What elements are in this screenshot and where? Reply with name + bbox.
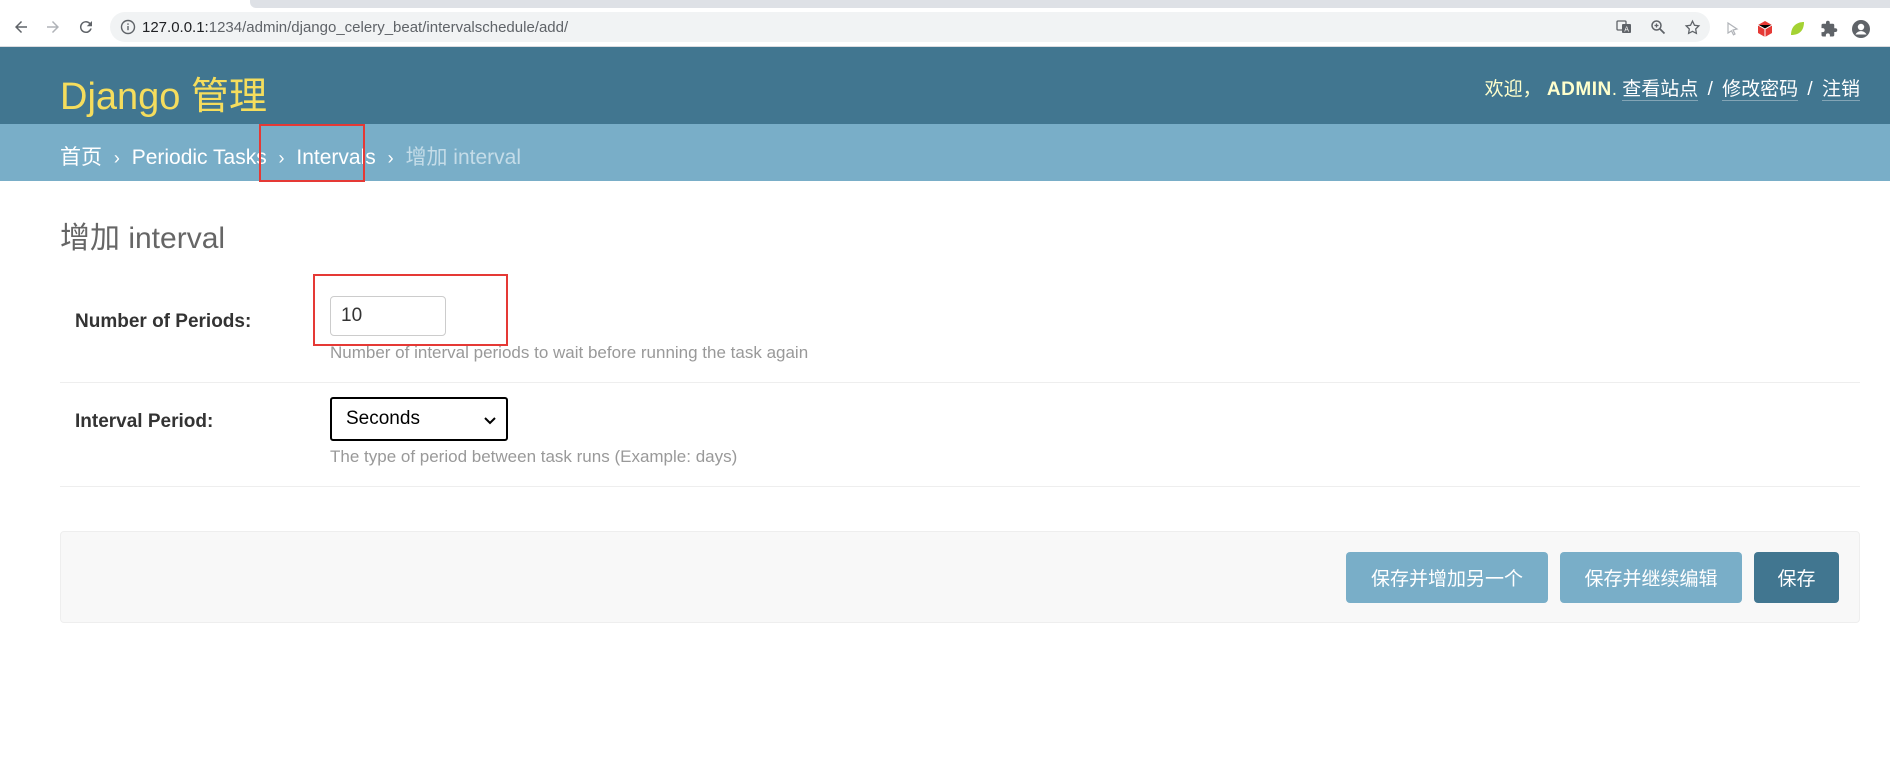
user-tools: 欢迎， ADMIN. 查看站点 / 修改密码 / 注销 — [1485, 74, 1860, 101]
username-period: . — [1611, 79, 1617, 100]
breadcrumb-separator: › — [387, 148, 394, 168]
period-label: Interval Period: — [75, 411, 214, 432]
period-help-text: The type of period between task runs (Ex… — [330, 447, 738, 466]
url-path: 1234/admin/django_celery_beat/intervalsc… — [208, 19, 569, 36]
save-and-continue-button[interactable]: 保存并继续编辑 — [1560, 552, 1742, 603]
annotation-box-intervals — [259, 124, 365, 182]
breadcrumb-separator: › — [113, 148, 120, 168]
url-text: 127.0.0.1:1234/admin/django_celery_beat/… — [142, 19, 568, 36]
breadcrumb-home[interactable]: 首页 — [60, 146, 102, 169]
leaf-extension-icon[interactable] — [1787, 19, 1807, 39]
bookmark-star-icon[interactable] — [1682, 17, 1702, 37]
form-row-period: Interval Period: Seconds The type of per… — [60, 382, 1860, 487]
separator: / — [1807, 79, 1813, 100]
translate-icon[interactable]: A — [1614, 17, 1634, 37]
address-bar[interactable]: 127.0.0.1:1234/admin/django_celery_beat/… — [110, 12, 1710, 42]
page-title: 增加 interval — [60, 222, 226, 255]
site-info-icon[interactable] — [120, 19, 136, 35]
admin-header: Django 管理 欢迎， ADMIN. 查看站点 / 修改密码 / 注销 — [0, 47, 1890, 124]
svg-text:A: A — [1624, 26, 1629, 34]
cube-extension-icon[interactable] — [1755, 19, 1775, 39]
back-icon[interactable] — [8, 14, 34, 40]
every-label: Number of Periods: — [75, 311, 252, 332]
every-help-text: Number of interval periods to wait befor… — [330, 343, 809, 362]
site-branding[interactable]: Django 管理 — [60, 65, 267, 120]
interval-period-select[interactable]: Seconds — [330, 397, 508, 441]
zoom-icon[interactable] — [1648, 17, 1668, 37]
username: ADMIN — [1546, 79, 1612, 100]
forward-icon[interactable] — [40, 14, 66, 40]
cursor-extension-icon[interactable] — [1723, 19, 1743, 39]
annotation-box-periods-input — [313, 274, 508, 346]
save-button[interactable]: 保存 — [1754, 552, 1839, 603]
save-and-add-another-button[interactable]: 保存并增加另一个 — [1346, 552, 1548, 603]
logout-link[interactable]: 注销 — [1821, 79, 1860, 101]
browser-tabstrip — [0, 0, 1890, 8]
url-host: 127.0.0.1: — [142, 19, 209, 36]
breadcrumb-app[interactable]: Periodic Tasks — [132, 146, 267, 169]
profile-avatar-icon[interactable] — [1851, 19, 1871, 39]
submit-row: 保存并增加另一个 保存并继续编辑 保存 — [60, 531, 1860, 623]
separator: / — [1707, 79, 1713, 100]
breadcrumb-current: 增加 interval — [405, 146, 521, 169]
extensions-puzzle-icon[interactable] — [1819, 19, 1839, 39]
chevron-down-icon — [484, 417, 496, 425]
view-site-link[interactable]: 查看站点 — [1622, 79, 1699, 101]
tabstrip-bar — [250, 0, 1890, 8]
select-value: Seconds — [346, 408, 420, 429]
welcome-text: 欢迎， — [1484, 79, 1542, 100]
change-password-link[interactable]: 修改密码 — [1722, 79, 1799, 101]
browser-toolbar: 127.0.0.1:1234/admin/django_celery_beat/… — [0, 8, 1890, 47]
reload-icon[interactable] — [73, 14, 99, 40]
